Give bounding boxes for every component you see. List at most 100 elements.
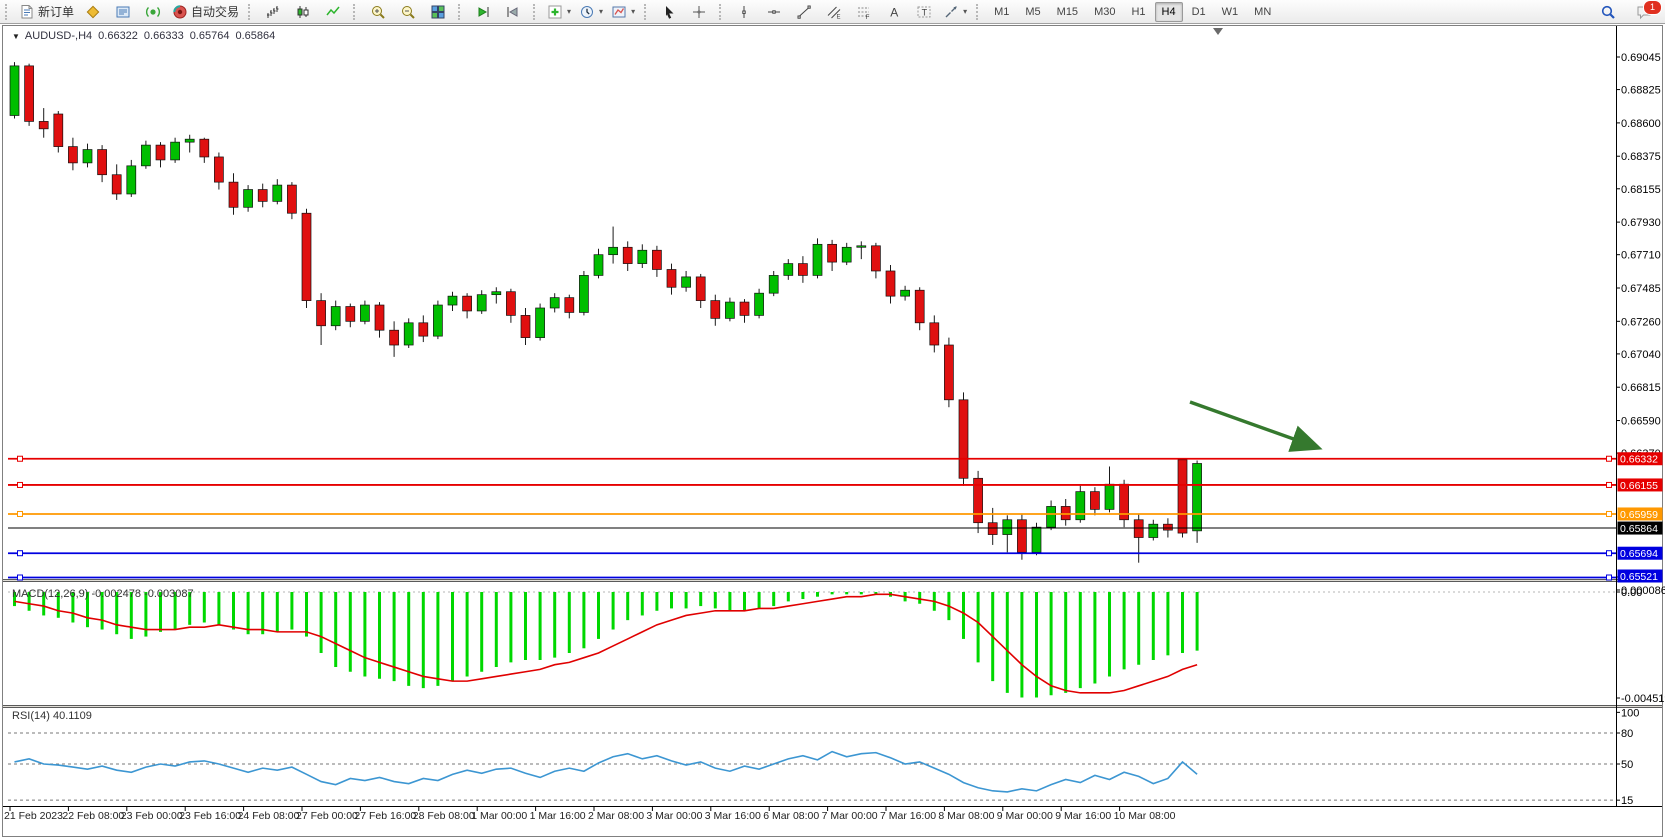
candle-body — [813, 244, 822, 275]
resistance-line-1-handle[interactable] — [18, 456, 23, 461]
price-tick-label: 0.69045 — [1621, 52, 1661, 64]
candle-body — [287, 185, 296, 213]
price-tick-label: 0.67930 — [1621, 217, 1661, 229]
candle-body — [711, 301, 720, 319]
support-line-blue-1-handle[interactable] — [18, 551, 23, 556]
time-tick-label: 22 Feb 08:00 — [62, 810, 124, 822]
candle-body — [652, 250, 661, 269]
candle-body — [594, 255, 603, 276]
macd-axis-label: 0.00 — [1621, 587, 1642, 599]
time-tick-label: 27 Feb 00:00 — [296, 810, 358, 822]
price-tick-label: 0.68825 — [1621, 85, 1661, 97]
time-tick-label: 2 Mar 08:00 — [588, 810, 644, 822]
candle-body — [988, 523, 997, 535]
ohlc-low: 0.65764 — [190, 30, 230, 42]
chart-canvas[interactable]: 0.690450.688250.686000.683750.681550.679… — [0, 0, 1665, 839]
ohlc-high: 0.66333 — [144, 30, 184, 42]
macd-axis-label: -0.004519 — [1621, 693, 1665, 705]
candle-body — [798, 264, 807, 276]
support-line-orange-handle[interactable] — [1607, 511, 1612, 516]
candle-body — [755, 293, 764, 315]
candle-body — [98, 150, 107, 175]
chart-symbol-period: AUDUSD-,H4 — [25, 30, 92, 42]
current-price-line-price-text: 0.65864 — [1620, 523, 1658, 535]
candle-body — [725, 302, 734, 318]
candle-body — [83, 150, 92, 163]
candle-body — [448, 296, 457, 305]
candle-body — [901, 290, 910, 296]
candle-body — [1163, 524, 1172, 530]
support-line-orange-handle[interactable] — [18, 511, 23, 516]
candle-body — [1017, 520, 1026, 553]
candle-body — [828, 244, 837, 262]
candle-body — [579, 275, 588, 312]
candle-body — [1003, 520, 1012, 535]
candle-body — [331, 307, 340, 326]
time-tick-label: 7 Mar 00:00 — [822, 810, 878, 822]
candle-body — [1149, 524, 1158, 537]
candle-body — [171, 142, 180, 160]
candle-body — [565, 298, 574, 313]
time-tick-label: 1 Mar 16:00 — [530, 810, 586, 822]
price-tick-label: 0.67040 — [1621, 349, 1661, 361]
candle-body — [784, 264, 793, 276]
price-tick-label: 0.66815 — [1621, 382, 1661, 394]
candle-body — [536, 308, 545, 338]
time-tick-label: 21 Feb 2023 — [4, 810, 63, 822]
support-line-blue-1-handle[interactable] — [1607, 551, 1612, 556]
time-tick-label: 28 Feb 08:00 — [413, 810, 475, 822]
resistance-line-1-price-text: 0.66332 — [1620, 454, 1658, 466]
candle-body — [433, 305, 442, 336]
candle-body — [857, 246, 866, 247]
resistance-line-2-price-text: 0.66155 — [1620, 480, 1658, 492]
candle-body — [550, 298, 559, 308]
candle-body — [930, 323, 939, 345]
resistance-line-2-handle[interactable] — [1607, 482, 1612, 487]
support-line-blue-2-handle[interactable] — [18, 575, 23, 580]
candle-body — [317, 301, 326, 326]
time-tick-label: 27 Feb 16:00 — [354, 810, 416, 822]
chart-plot-area[interactable] — [3, 26, 1616, 579]
time-tick-label: 6 Mar 08:00 — [763, 810, 819, 822]
candle-body — [141, 145, 150, 166]
rsi-indicator-label: RSI(14) 40.1109 — [12, 710, 92, 722]
time-tick-label: 24 Feb 08:00 — [238, 810, 300, 822]
candle-body — [112, 175, 121, 194]
candle-body — [156, 145, 165, 160]
candle-body — [229, 182, 238, 207]
candle-body — [1193, 463, 1202, 530]
time-tick-label: 3 Mar 00:00 — [646, 810, 702, 822]
candle-body — [915, 290, 924, 323]
candle-body — [360, 305, 369, 321]
price-tick-label: 0.68155 — [1621, 184, 1661, 196]
chart-header: ▼ AUDUSD-,H4 0.66322 0.66333 0.65764 0.65864 — [12, 30, 281, 42]
ohlc-open: 0.66322 — [98, 30, 138, 42]
candle-body — [959, 400, 968, 478]
candle-body — [39, 121, 48, 128]
candle-body — [842, 247, 851, 262]
candle-body — [54, 114, 63, 147]
candle-body — [477, 295, 486, 311]
rsi-axis-label: 80 — [1621, 728, 1633, 740]
candle-body — [302, 213, 311, 300]
candle-body — [682, 277, 691, 287]
candle-body — [492, 292, 501, 295]
support-line-blue-2-handle[interactable] — [1607, 575, 1612, 580]
support-line-orange-price-text: 0.65959 — [1620, 509, 1658, 521]
rsi-axis-label: 15 — [1621, 795, 1633, 807]
ohlc-close: 0.65864 — [235, 30, 275, 42]
candle-body — [696, 277, 705, 301]
candle-body — [944, 345, 953, 400]
support-line-blue-1-price-text: 0.65694 — [1620, 548, 1658, 560]
candle-body — [419, 323, 428, 336]
candle-body — [1047, 506, 1056, 527]
resistance-line-1-handle[interactable] — [1607, 456, 1612, 461]
time-tick-label: 23 Feb 00:00 — [121, 810, 183, 822]
chart-expander-icon[interactable]: ▼ — [12, 32, 20, 41]
time-tick-label: 8 Mar 08:00 — [938, 810, 994, 822]
candle-body — [127, 166, 136, 194]
candle-body — [638, 250, 647, 263]
resistance-line-2-handle[interactable] — [18, 482, 23, 487]
candle-body — [10, 66, 19, 116]
candle-body — [200, 139, 209, 157]
